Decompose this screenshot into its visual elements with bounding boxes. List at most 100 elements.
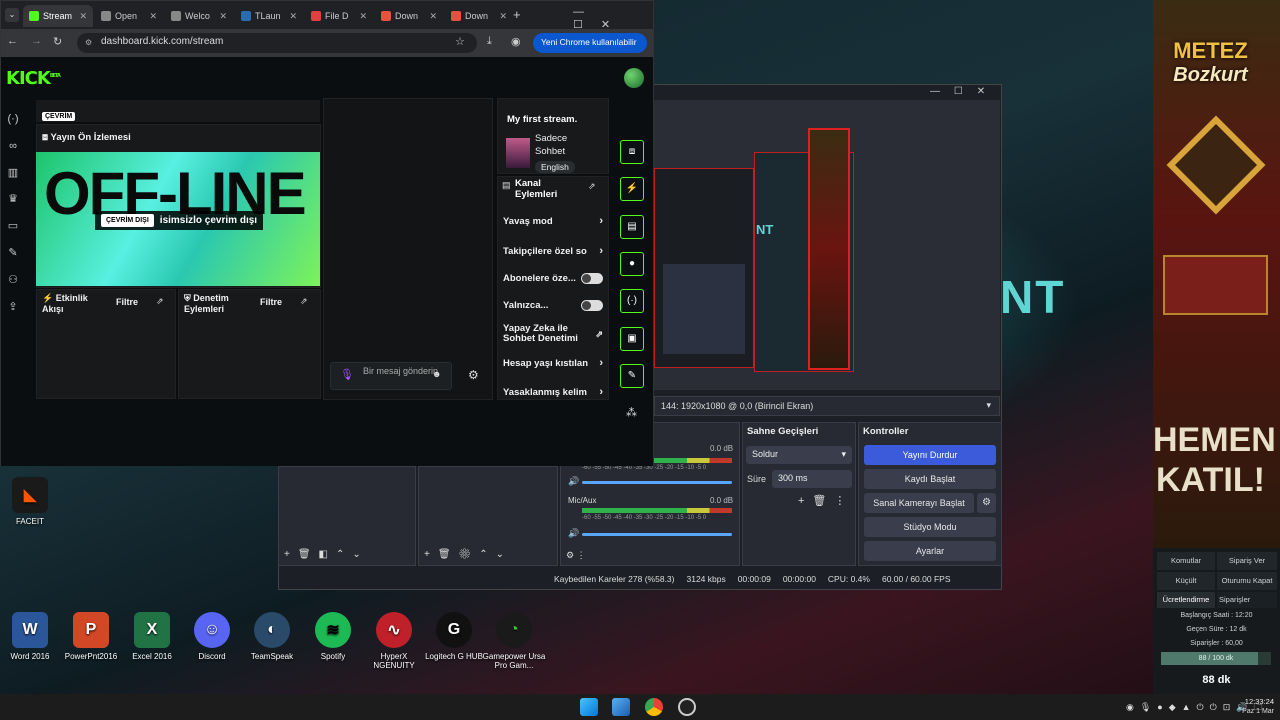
tab-stream[interactable]: Stream ✕ [23, 5, 93, 27]
bookmark-star-icon[interactable]: ☆ [455, 35, 465, 48]
clock-date[interactable]: Paz 1 Mar [1238, 708, 1274, 715]
volume-slider-1[interactable] [582, 481, 732, 484]
obs-selected-source[interactable] [808, 128, 850, 370]
action-account-age[interactable]: Hesap yaşı kıstılan › [503, 357, 603, 369]
only-toggle[interactable] [581, 300, 603, 311]
tab-pricing[interactable]: Ücretlendirme [1157, 592, 1215, 608]
close-icon[interactable]: ✕ [79, 11, 87, 22]
quick-broadcast-icon[interactable]: (·) [620, 289, 644, 313]
minimize-button[interactable]: Küçült [1157, 572, 1215, 590]
mic-icon[interactable]: 🎙 [340, 368, 354, 381]
library-icon[interactable]: ▥ [6, 166, 20, 180]
desktop-icon-gamepower[interactable]: ◔ Gamepower Ursa Pro Gam... [482, 612, 546, 670]
download-icon[interactable]: ⤓ [487, 35, 492, 48]
popout-icon[interactable]: ⇗ [156, 296, 164, 307]
tab-download-1[interactable]: Down ✕ [375, 5, 443, 27]
avatar[interactable] [624, 68, 644, 88]
quick-chat-icon[interactable]: ● [620, 252, 644, 276]
action-slow-mode[interactable]: Yavaş mod › [503, 215, 603, 227]
tab-open[interactable]: Open ✕ [95, 5, 163, 27]
window-controls[interactable]: —☐✕ [573, 6, 653, 31]
tab-tlauncher[interactable]: TLaun ✕ [235, 5, 303, 27]
virtual-camera-settings-icon[interactable]: ⚙ [977, 493, 996, 513]
activity-filter-button[interactable]: Filtre [116, 297, 138, 307]
back-icon[interactable]: ← [7, 35, 18, 47]
desktop-icon-spotify[interactable]: ≋ Spotify [301, 612, 365, 661]
wrench-icon[interactable]: ✎ [6, 246, 20, 260]
close-icon[interactable]: ✕ [499, 11, 507, 22]
close-icon[interactable]: ✕ [359, 11, 367, 22]
action-banned-words[interactable]: Yasaklanmış kelim › [503, 386, 603, 398]
close-icon[interactable]: ✕ [149, 11, 157, 22]
tab-search-icon[interactable]: ⌄ [5, 8, 19, 22]
quick-lightning-icon[interactable]: ⚡ [620, 177, 644, 201]
file-explorer-icon[interactable] [612, 698, 630, 716]
address-bar[interactable]: dashboard.kick.com/stream [77, 33, 477, 53]
monitor-icon[interactable]: ▭ [6, 219, 20, 233]
obs-window-controls[interactable]: — ☐ ✕ [930, 86, 985, 97]
settings-button[interactable]: Ayarlar [864, 541, 996, 561]
action-ai-moderation[interactable]: Yapay Zeka ile Sohbet Denetimi ⇗ [503, 324, 603, 344]
duration-input[interactable]: 300 ms [772, 470, 852, 488]
moderation-filter-button[interactable]: Filtre [260, 297, 282, 307]
studio-mode-button[interactable]: Stüdyo Modu [864, 517, 996, 537]
subscribers-toggle[interactable] [581, 273, 603, 284]
close-icon[interactable]: ✕ [429, 11, 437, 22]
link-icon[interactable]: ∞ [6, 139, 20, 153]
source-select[interactable]: 144: 1920x1080 @ 0,0 (Birincil Ekran) ▾ [654, 396, 1000, 416]
stop-streaming-button[interactable]: Yayını Durdur [864, 445, 996, 465]
reload-icon[interactable]: ↻ [53, 35, 62, 48]
chrome-icon[interactable] [645, 698, 663, 716]
scenes-toolbar[interactable]: +🗑◧⌃⌄ [284, 549, 369, 560]
tab-download-2[interactable]: Down ✕ [445, 5, 513, 27]
category-thumbnail[interactable] [506, 138, 530, 168]
popout-icon[interactable]: ⇗ [300, 296, 308, 307]
quick-layout-icon[interactable]: ▣ [620, 327, 644, 351]
start-recording-button[interactable]: Kaydı Başlat [864, 469, 996, 489]
desktop-icon-word[interactable]: W Word 2016 [0, 612, 62, 661]
close-icon[interactable]: ✕ [219, 11, 227, 22]
action-followers-only[interactable]: Takipçilere özel so › [503, 245, 603, 257]
kick-logo[interactable]: KICKBETA [6, 68, 61, 89]
desktop-icon-teamspeak[interactable]: ◐ TeamSpeak [240, 612, 304, 661]
desktop-icon-hyperx[interactable]: ∿ HyperX NGENUITY [362, 612, 426, 670]
emoji-icon[interactable]: ☻ [432, 369, 441, 379]
close-icon[interactable]: ✕ [289, 11, 297, 22]
mixer-settings-icon[interactable]: ⚙ ⋮ [566, 550, 586, 561]
mic-speaker-icon[interactable]: 🔊 [568, 528, 579, 539]
popout-icon[interactable]: ⇗ [588, 181, 596, 192]
quick-screenshot-icon[interactable]: ⧈ [620, 140, 644, 164]
sources-toolbar[interactable]: +🗑⚙⌃⌄ [424, 549, 512, 560]
tab-file[interactable]: File D ✕ [305, 5, 373, 27]
desktop-icon-powerpoint[interactable]: P PowerPnt2016 [59, 612, 123, 661]
logout-button[interactable]: Oturumu Kapat [1217, 572, 1277, 590]
chat-settings-icon[interactable]: ⚙ [468, 368, 479, 382]
desktop-icon-logitech[interactable]: G Logitech G HUB [422, 612, 486, 661]
quick-wrench-icon[interactable]: ✎ [620, 364, 644, 388]
start-icon[interactable] [580, 698, 598, 716]
stream-icon[interactable]: (·) [6, 112, 20, 126]
obs-icon[interactable] [678, 698, 696, 716]
trophy-icon[interactable]: ♛ [6, 192, 20, 206]
quick-notes-icon[interactable]: ▤ [620, 215, 644, 239]
clock-time[interactable]: 12:33:24 [1238, 697, 1274, 706]
desktop-icon-discord[interactable]: ☺ Discord [180, 612, 244, 661]
chrome-update-button[interactable]: Yeni Chrome kullanılabilir [533, 33, 647, 53]
users-icon[interactable]: ⚇ [6, 273, 20, 287]
volume-slider-2[interactable] [582, 533, 732, 536]
forward-icon[interactable]: → [31, 35, 42, 47]
place-order-button[interactable]: Sipariş Ver [1217, 552, 1277, 570]
new-tab-icon[interactable]: + [513, 7, 521, 22]
tab-welcome[interactable]: Welco ✕ [165, 5, 233, 27]
dots-cluster-icon[interactable]: ⁂ [626, 406, 637, 419]
desktop-icon-excel[interactable]: X Excel 2016 [120, 612, 184, 661]
desktop-icon-faceit[interactable]: ◣ FACEIT [0, 477, 62, 526]
transition-select[interactable]: Soldur ▾ [746, 446, 852, 464]
transition-toolbar[interactable]: +🗑⋮ [798, 494, 853, 507]
site-info-icon[interactable]: ⚙ [85, 38, 92, 47]
tab-orders[interactable]: Siparişler [1217, 592, 1277, 608]
start-virtual-camera-button[interactable]: Sanal Kamerayı Başlat [864, 493, 974, 513]
upload-icon[interactable]: ⇪ [6, 300, 20, 314]
speaker-icon[interactable]: 🔊 [568, 476, 579, 487]
commands-button[interactable]: Komutlar [1157, 552, 1215, 570]
